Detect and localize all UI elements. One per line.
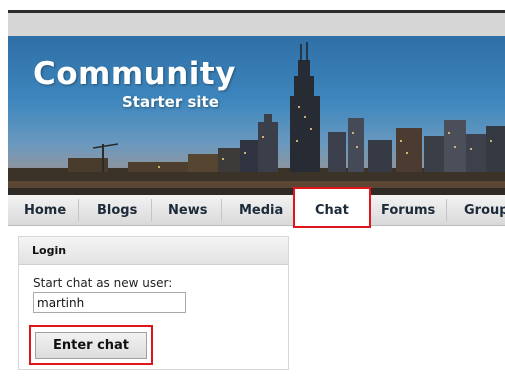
nav-item-group[interactable]: Group xyxy=(464,195,505,225)
top-strip xyxy=(8,13,505,36)
nav-item-media[interactable]: Media xyxy=(239,195,283,225)
nav-separator xyxy=(151,199,152,221)
nav-separator xyxy=(221,199,222,221)
nav-item-blogs[interactable]: Blogs xyxy=(97,195,137,225)
site-title: Community xyxy=(33,56,236,92)
login-panel-header: Login xyxy=(19,237,288,265)
start-chat-label: Start chat as new user: xyxy=(33,276,173,290)
nav-item-news[interactable]: News xyxy=(168,195,207,225)
nav-item-forums[interactable]: Forums xyxy=(381,195,435,225)
login-title: Login xyxy=(32,244,67,257)
username-input[interactable] xyxy=(33,292,186,313)
nav-item-chat[interactable]: Chat xyxy=(315,195,349,225)
enter-chat-button[interactable]: Enter chat xyxy=(35,332,147,359)
header-banner: Community Starter site xyxy=(8,36,505,195)
page: Community Starter site Home Blogs News M… xyxy=(0,0,505,379)
main-nav: Home Blogs News Media Forums Group xyxy=(8,195,505,226)
nav-separator xyxy=(446,199,447,221)
nav-item-home[interactable]: Home xyxy=(24,195,66,225)
site-subtitle: Starter site xyxy=(122,93,219,111)
nav-separator xyxy=(78,199,79,221)
left-margin xyxy=(0,0,8,379)
